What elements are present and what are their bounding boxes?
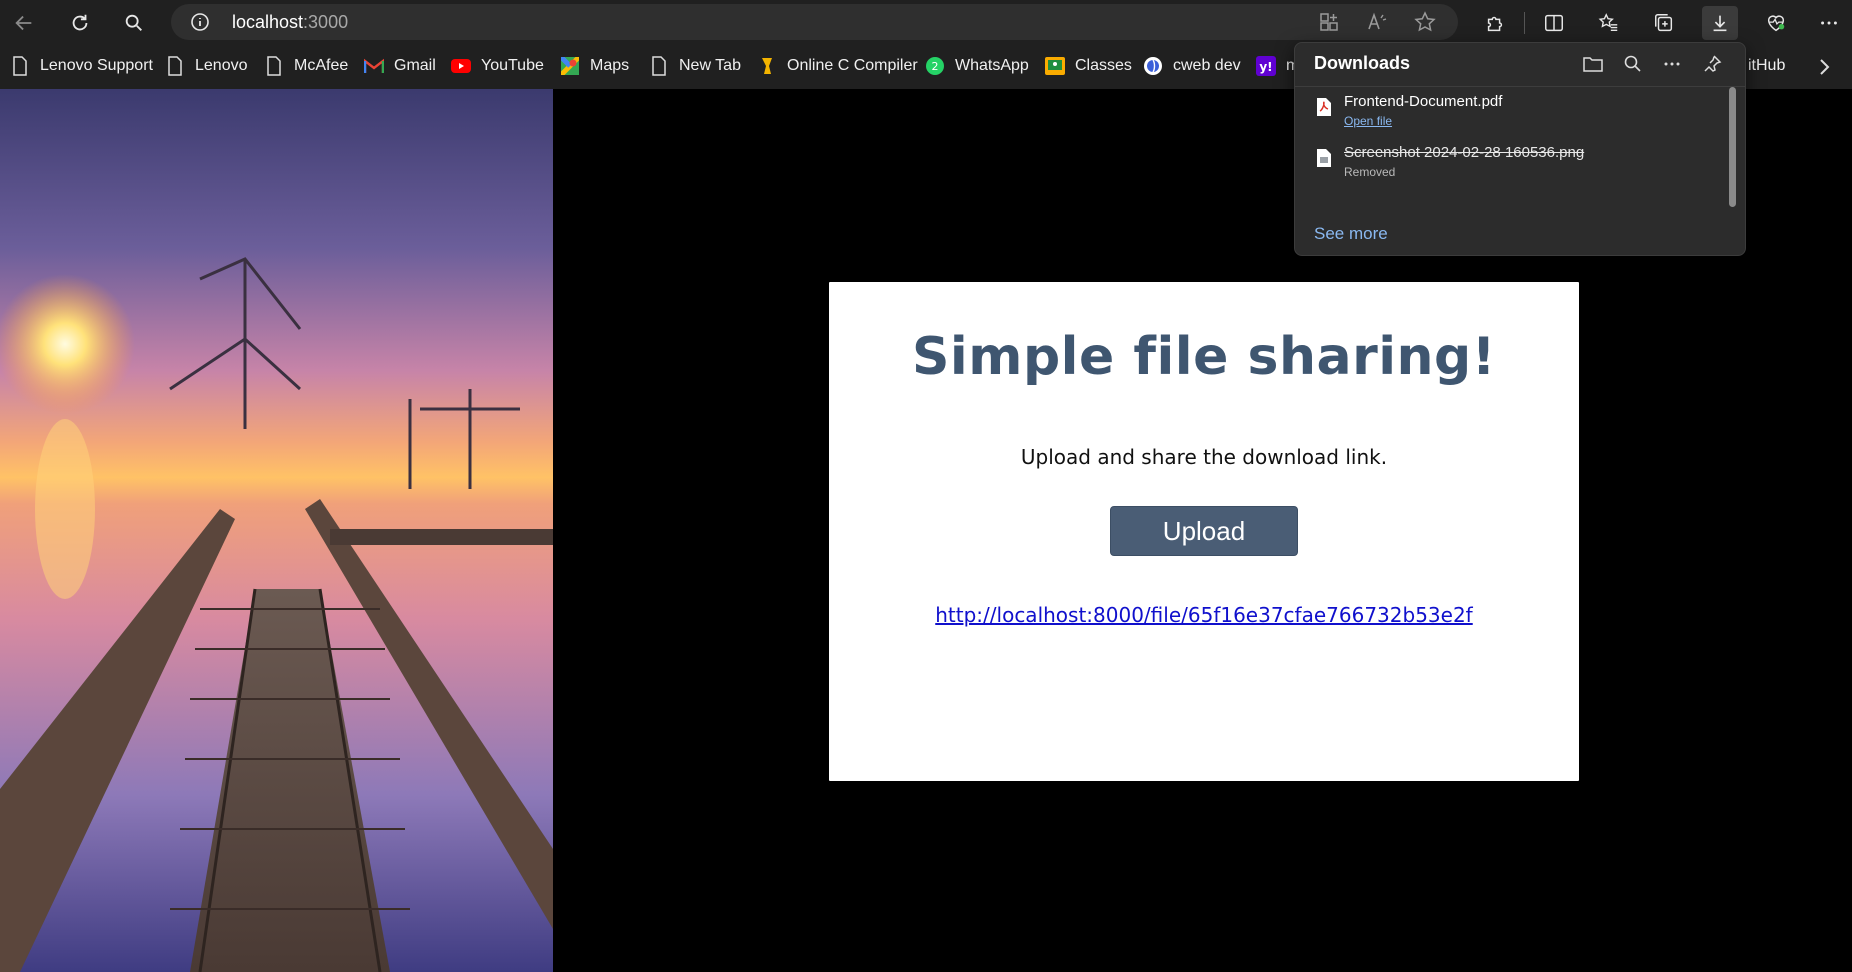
bookmark-cweb-dev[interactable]: cweb dev: [1143, 54, 1241, 78]
background-photo: [0, 89, 553, 972]
compiler-icon: [757, 56, 777, 76]
bookmark-youtube[interactable]: YouTube: [451, 54, 544, 78]
downloads-button[interactable]: [1702, 6, 1738, 40]
bookmark-label: itHub: [1748, 57, 1786, 74]
favorite-star-icon[interactable]: [1414, 11, 1436, 33]
upload-card: Simple file sharing! Upload and share th…: [829, 282, 1579, 781]
heart-pulse-icon: [1767, 15, 1785, 32]
pin-icon: [1704, 55, 1722, 72]
favorites-list-icon: [1598, 13, 1618, 32]
bookmark-label: Maps: [590, 57, 630, 74]
downloads-title: Downloads: [1314, 53, 1411, 73]
collections-button[interactable]: [1646, 6, 1682, 40]
page-icon: [10, 56, 30, 76]
whatsapp-icon: 2: [925, 56, 945, 76]
split-screen-button[interactable]: [1536, 6, 1572, 40]
collections-icon: [1655, 14, 1673, 32]
bookmark-label: cweb dev: [1173, 57, 1241, 74]
page-title: Simple file sharing!: [911, 327, 1496, 387]
settings-more-button[interactable]: [1811, 6, 1847, 40]
extensions-button[interactable]: [1477, 6, 1513, 40]
download-filename: Frontend-Document.pdf: [1344, 93, 1503, 110]
bookmark-gmail[interactable]: Gmail: [364, 54, 436, 78]
bookmark-mcafee[interactable]: McAfee: [264, 54, 348, 78]
downloads-divider: [1295, 86, 1745, 87]
svg-text:y!: y!: [1259, 60, 1272, 74]
image-file-icon: [1317, 149, 1331, 167]
downloads-panel: Downloads Frontend-Document.pdf Open fil…: [1294, 42, 1746, 256]
page-icon: [264, 56, 284, 76]
pier-sunset-image: [0, 89, 553, 972]
bookmark-classes[interactable]: Classes: [1045, 54, 1132, 78]
bookmark-label: Gmail: [394, 57, 436, 74]
site-info-icon[interactable]: [190, 12, 210, 32]
bookmark-lenovo-support[interactable]: Lenovo Support: [10, 54, 153, 78]
search-button[interactable]: [116, 6, 152, 40]
more-dots-icon: [1664, 62, 1680, 66]
back-button[interactable]: [6, 6, 42, 40]
bookmark-new-tab[interactable]: New Tab: [649, 54, 741, 78]
bookmark-label: WhatsApp: [955, 57, 1029, 74]
upload-button[interactable]: Upload: [1110, 506, 1298, 556]
open-downloads-folder-button[interactable]: [1580, 51, 1606, 77]
bookmark-label: Classes: [1075, 57, 1132, 74]
download-icon: [1713, 15, 1727, 32]
refresh-button[interactable]: [62, 6, 98, 40]
browser-essentials-button[interactable]: [1758, 6, 1794, 40]
download-item[interactable]: Frontend-Document.pdf Open file: [1295, 89, 1725, 141]
url-port: :3000: [303, 12, 349, 32]
youtube-icon: [451, 56, 471, 76]
downloads-more-button[interactable]: [1659, 51, 1685, 77]
page-icon: [649, 56, 669, 76]
bookmark-github[interactable]: itHub: [1748, 54, 1785, 78]
bookmark-label: McAfee: [294, 57, 349, 74]
chevron-right-icon[interactable]: [1814, 56, 1834, 78]
toolbar-divider: [1524, 12, 1525, 34]
see-more-link[interactable]: See more: [1314, 224, 1388, 244]
yahoo-icon: y!: [1256, 56, 1276, 76]
search-icon: [1624, 55, 1641, 72]
search-downloads-button[interactable]: [1620, 51, 1646, 77]
read-aloud-icon[interactable]: [1366, 11, 1388, 33]
bookmark-label: YouTube: [481, 57, 544, 74]
bookmark-label: Online C Compiler: [787, 57, 918, 74]
bookmark-online-c-compiler[interactable]: Online C Compiler: [757, 54, 918, 78]
classes-icon: [1045, 56, 1065, 76]
bookmark-yahoo[interactable]: y! m: [1256, 54, 1299, 78]
bookmark-lenovo[interactable]: Lenovo: [165, 54, 248, 78]
back-arrow-icon: [15, 15, 32, 31]
puzzle-icon: [1487, 16, 1503, 32]
page-subtitle: Upload and share the download link.: [1020, 445, 1388, 469]
favorites-button[interactable]: [1591, 6, 1627, 40]
bookmark-label: Lenovo Support: [40, 57, 153, 74]
split-screen-icon: [1545, 14, 1563, 32]
page-icon: [165, 56, 185, 76]
maps-icon: [560, 56, 580, 76]
more-dots-icon: [1821, 21, 1837, 25]
bookmark-whatsapp[interactable]: 2 WhatsApp: [925, 54, 1029, 78]
address-bar[interactable]: localhost:3000: [171, 4, 1458, 40]
gmail-icon: [364, 56, 384, 76]
browser-toolbar: localhost:3000: [0, 0, 1852, 44]
downloads-scrollbar[interactable]: [1729, 87, 1736, 207]
download-status: Removed: [1344, 165, 1396, 179]
search-icon: [125, 14, 142, 31]
bookmark-label: Lenovo: [195, 57, 248, 74]
bookmark-maps[interactable]: Maps: [560, 54, 629, 78]
svg-text:2: 2: [932, 60, 939, 73]
refresh-icon: [72, 14, 88, 31]
pin-downloads-button[interactable]: [1699, 51, 1725, 77]
url-text[interactable]: localhost:3000: [232, 12, 348, 33]
download-filename: Screenshot 2024-02-28 160536.png: [1344, 144, 1585, 161]
url-host: localhost: [232, 12, 304, 32]
bookmark-label: New Tab: [679, 57, 741, 74]
download-link[interactable]: http://localhost:8000/file/65f16e37cfae7…: [829, 603, 1579, 627]
folder-icon: [1583, 57, 1603, 72]
pdf-file-icon: [1317, 98, 1331, 116]
download-item[interactable]: Screenshot 2024-02-28 160536.png Removed: [1295, 140, 1725, 192]
cweb-icon: [1143, 56, 1163, 76]
app-available-icon[interactable]: [1318, 11, 1340, 33]
open-file-link[interactable]: Open file: [1344, 114, 1392, 128]
